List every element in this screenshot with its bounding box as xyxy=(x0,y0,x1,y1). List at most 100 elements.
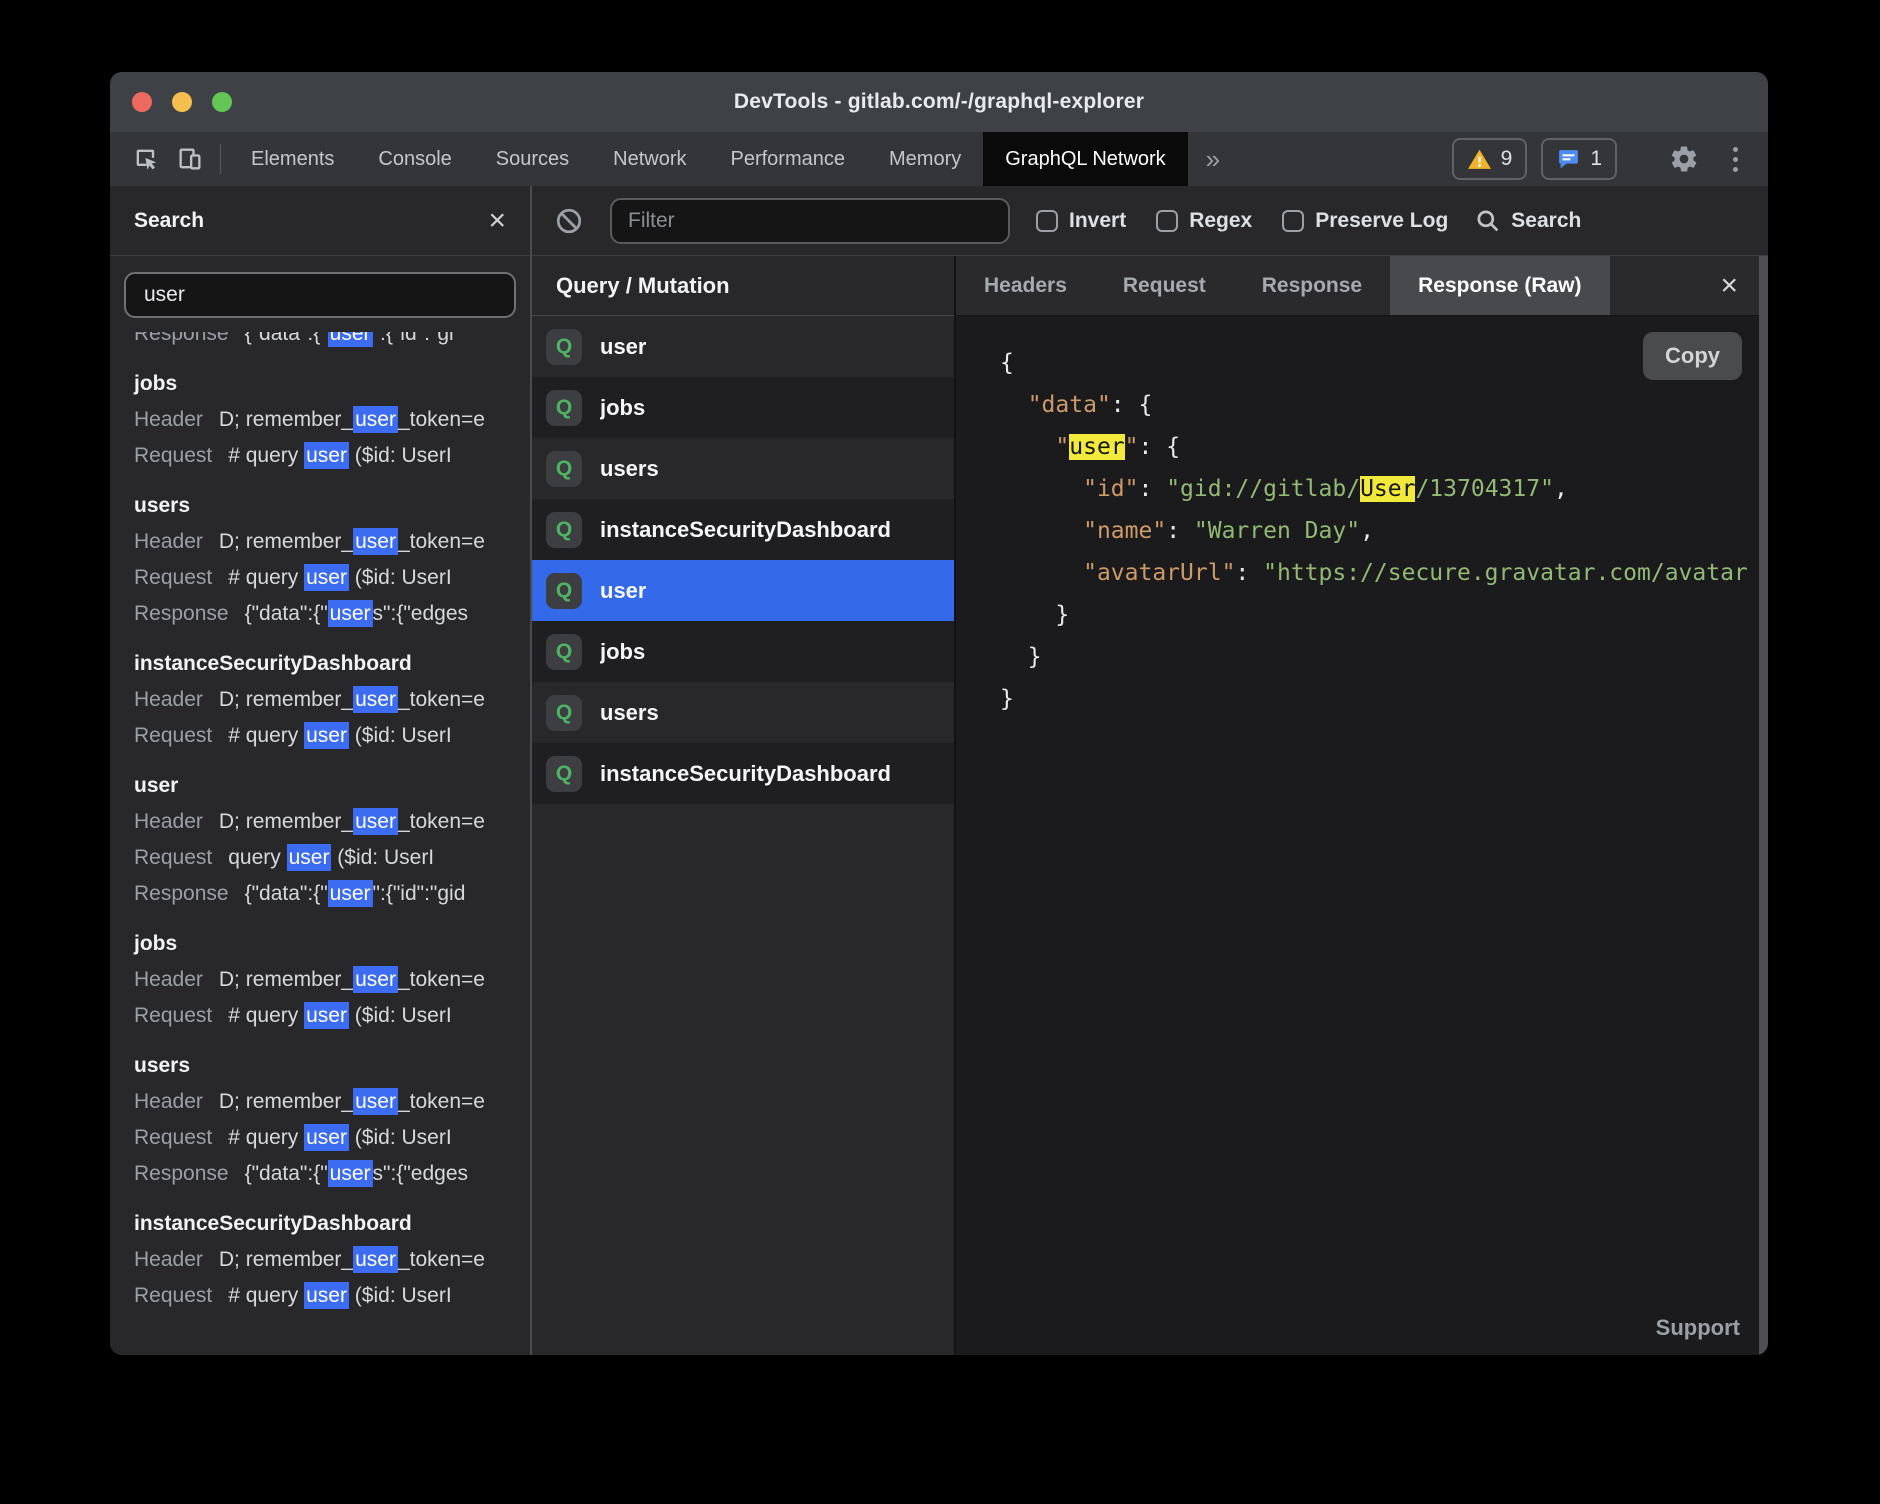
search-results-list: Response{"data":{"user":{"id":"gi jobs Hea… xyxy=(110,332,530,1355)
devtools-tab-sources[interactable]: Sources xyxy=(474,132,591,186)
json-line: "avatarUrl": "https://secure.gravatar.co… xyxy=(1000,552,1768,594)
result-line[interactable]: HeaderD; remember_user_token=e xyxy=(134,685,520,715)
result-line-label: Request xyxy=(134,1281,212,1311)
result-line[interactable]: Request# query user ($id: UserI xyxy=(134,1123,520,1153)
text-segment: query xyxy=(228,846,286,869)
detail-tab-response-raw[interactable]: Response (Raw) xyxy=(1390,256,1609,315)
result-group-title[interactable]: user xyxy=(134,771,520,801)
filter-input[interactable] xyxy=(610,198,1010,244)
text-segment: { xyxy=(1000,350,1014,376)
response-scrollbar[interactable] xyxy=(1759,256,1768,1355)
inspect-element-icon[interactable] xyxy=(124,132,168,186)
more-tabs-button[interactable]: » xyxy=(1188,132,1238,186)
result-group-title[interactable]: jobs xyxy=(134,929,520,959)
result-group-title[interactable]: users xyxy=(134,491,520,521)
checkbox-box[interactable] xyxy=(1282,210,1304,232)
search-panel: Search × Response{"data":{"user":{"id":"… xyxy=(110,186,532,1355)
detail-tab-response[interactable]: Response xyxy=(1234,256,1390,315)
text-segment: user xyxy=(304,722,349,749)
warnings-badge[interactable]: 9 xyxy=(1452,138,1528,180)
query-list-item-users[interactable]: Qusers xyxy=(532,438,954,499)
result-line[interactable]: Request# query user ($id: UserI xyxy=(134,721,520,751)
device-toolbar-icon[interactable] xyxy=(168,132,212,186)
result-line[interactable]: Requestquery user ($id: UserI xyxy=(134,843,520,873)
messages-badge[interactable]: 1 xyxy=(1541,138,1617,180)
result-group-title[interactable]: users xyxy=(134,1051,520,1081)
query-list-item-instancesecuritydashboard[interactable]: QinstanceSecurityDashboard xyxy=(532,499,954,560)
query-list-item-instancesecuritydashboard[interactable]: QinstanceSecurityDashboard xyxy=(532,743,954,804)
text-segment: {"data":{" xyxy=(245,332,328,345)
support-link[interactable]: Support xyxy=(1656,1315,1740,1341)
result-line[interactable]: Response{"data":{"users":{"edges xyxy=(134,599,520,629)
titlebar[interactable]: DevTools - gitlab.com/-/graphql-explorer xyxy=(110,72,1768,132)
text-segment: "https://secure.gravatar.com/avatar xyxy=(1263,560,1748,586)
result-line[interactable]: HeaderD; remember_user_token=e xyxy=(134,1245,520,1275)
zoom-window-button[interactable] xyxy=(212,92,232,112)
text-segment: user xyxy=(353,406,398,433)
text-segment: _token=e xyxy=(398,968,485,991)
result-line[interactable]: Request# query user ($id: UserI xyxy=(134,1001,520,1031)
settings-gear-icon[interactable] xyxy=(1662,144,1706,174)
result-group-title[interactable]: instanceSecurityDashboard xyxy=(134,1209,520,1239)
query-list-item-user[interactable]: Quser xyxy=(532,316,954,377)
result-line[interactable]: Request# query user ($id: UserI xyxy=(134,441,520,471)
checkbox-invert[interactable]: Invert xyxy=(1036,209,1126,233)
search-input[interactable] xyxy=(124,272,516,318)
kebab-menu-icon[interactable] xyxy=(1720,147,1750,172)
detail-panel: HeadersRequestResponseResponse (Raw) × {… xyxy=(956,256,1768,1355)
checkbox-regex[interactable]: Regex xyxy=(1156,209,1252,233)
query-list-item-users[interactable]: Qusers xyxy=(532,682,954,743)
result-line[interactable]: Request# query user ($id: UserI xyxy=(134,563,520,593)
result-line[interactable]: HeaderD; remember_user_token=e xyxy=(134,1087,520,1117)
result-group-title[interactable]: instanceSecurityDashboard xyxy=(134,649,520,679)
checkbox-box[interactable] xyxy=(1036,210,1058,232)
devtools-tab-performance[interactable]: Performance xyxy=(709,132,868,186)
text-segment: # query xyxy=(228,566,304,589)
text-segment: : { xyxy=(1139,434,1181,460)
result-line[interactable]: HeaderD; remember_user_token=e xyxy=(134,807,520,837)
text-segment: D; remember_ xyxy=(219,968,353,991)
search-panel-close-icon[interactable]: × xyxy=(488,206,506,236)
result-line[interactable]: Request# query user ($id: UserI xyxy=(134,1281,520,1311)
result-line[interactable]: Response{"data":{"user":{"id":"gi xyxy=(134,332,520,349)
result-line[interactable]: HeaderD; remember_user_token=e xyxy=(134,527,520,557)
result-line-label: Header xyxy=(134,965,203,995)
result-line[interactable]: Response{"data":{"user":{"id":"gid xyxy=(134,879,520,909)
clear-log-icon[interactable] xyxy=(554,206,584,236)
minimize-window-button[interactable] xyxy=(172,92,192,112)
text-segment xyxy=(1000,392,1028,418)
text-segment: _token=e xyxy=(398,530,485,553)
filter-search-button[interactable]: Search xyxy=(1474,207,1581,234)
detail-tabs: HeadersRequestResponseResponse (Raw) xyxy=(956,256,1610,315)
query-type-badge: Q xyxy=(546,573,582,609)
text-segment: "id" xyxy=(1083,476,1138,502)
devtools-tab-graphql-network[interactable]: GraphQL Network xyxy=(983,132,1187,186)
result-line[interactable]: HeaderD; remember_user_token=e xyxy=(134,405,520,435)
window-title: DevTools - gitlab.com/-/graphql-explorer xyxy=(734,90,1144,114)
result-group-title[interactable]: jobs xyxy=(134,369,520,399)
result-line-label: Request xyxy=(134,441,212,471)
close-window-button[interactable] xyxy=(132,92,152,112)
checkbox-preserve-log[interactable]: Preserve Log xyxy=(1282,209,1448,233)
json-line: "name": "Warren Day", xyxy=(1000,510,1768,552)
devtools-tab-elements[interactable]: Elements xyxy=(229,132,356,186)
query-list-item-jobs[interactable]: Qjobs xyxy=(532,621,954,682)
detail-tab-request[interactable]: Request xyxy=(1095,256,1234,315)
checkbox-box[interactable] xyxy=(1156,210,1178,232)
json-line: "user": { xyxy=(1000,426,1768,468)
devtools-tab-network[interactable]: Network xyxy=(591,132,708,186)
query-label: user xyxy=(600,334,646,360)
text-segment: ($id: UserI xyxy=(349,724,452,747)
query-label: jobs xyxy=(600,639,645,665)
devtools-tab-console[interactable]: Console xyxy=(356,132,473,186)
query-type-badge: Q xyxy=(546,634,582,670)
result-line[interactable]: HeaderD; remember_user_token=e xyxy=(134,965,520,995)
text-segment: : xyxy=(1235,560,1263,586)
devtools-tab-memory[interactable]: Memory xyxy=(867,132,983,186)
detail-tab-headers[interactable]: Headers xyxy=(956,256,1095,315)
copy-button[interactable]: Copy xyxy=(1643,332,1742,380)
result-line[interactable]: Response{"data":{"users":{"edges xyxy=(134,1159,520,1189)
text-segment xyxy=(1000,476,1083,502)
query-list-item-user[interactable]: Quser xyxy=(532,560,954,621)
query-list-item-jobs[interactable]: Qjobs xyxy=(532,377,954,438)
